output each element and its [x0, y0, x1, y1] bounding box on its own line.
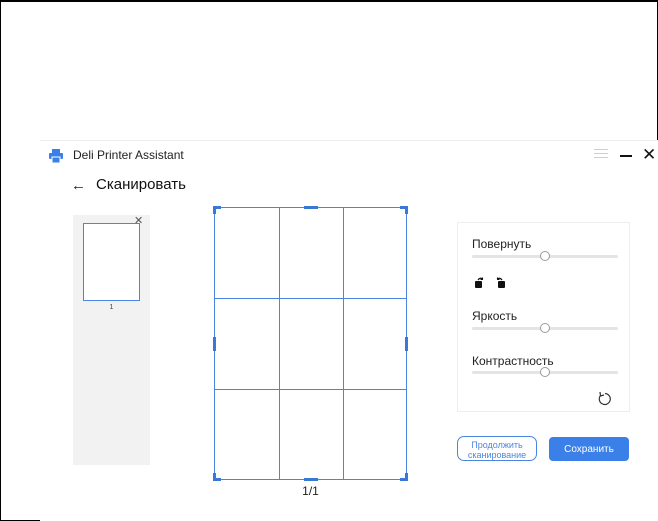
crop-handle-bottom-right[interactable] [400, 473, 408, 481]
slider-knob[interactable] [540, 323, 550, 333]
scan-preview[interactable] [213, 206, 408, 481]
contrast-slider[interactable] [472, 367, 618, 377]
thumbnail-page-number: 1 [109, 304, 114, 311]
title-bar: Deli Printer Assistant ✕ [40, 140, 658, 170]
crop-handle-bottom-left[interactable] [213, 473, 221, 481]
app-window: Deli Printer Assistant ✕ ← Сканировать ✕… [40, 140, 658, 521]
continue-label-line1: Продолжить [471, 439, 523, 450]
rotate-right-icon[interactable] [494, 277, 506, 289]
delete-page-icon[interactable]: ✕ [134, 216, 143, 227]
crop-handle-bottom[interactable] [304, 478, 318, 481]
slider-knob[interactable] [540, 367, 550, 377]
grid-line [343, 208, 344, 479]
page-thumbnail[interactable] [83, 223, 140, 301]
crop-handle-top-right[interactable] [400, 206, 408, 214]
close-button[interactable]: ✕ [642, 146, 656, 163]
crop-handle-left[interactable] [213, 337, 216, 351]
adjustments-panel: Повернуть Яркость Контрастность [457, 222, 630, 412]
rotate-left-icon[interactable] [474, 277, 486, 289]
printer-icon [49, 149, 63, 163]
brightness-slider[interactable] [472, 323, 618, 333]
contrast-label: Контрастность [472, 354, 554, 368]
page-counter: 1/1 [302, 484, 319, 498]
grid-line [279, 208, 280, 479]
menu-icon[interactable] [594, 149, 608, 161]
save-button[interactable]: Сохранить [549, 437, 629, 461]
rotate-slider[interactable] [472, 251, 618, 261]
thumbnail-panel: ✕ 1 [73, 215, 150, 465]
app-title: Deli Printer Assistant [73, 148, 184, 162]
crop-handle-top[interactable] [304, 206, 318, 209]
slider-knob[interactable] [540, 251, 550, 261]
rotate-label: Повернуть [472, 237, 532, 251]
minimize-button[interactable] [620, 155, 632, 157]
back-button[interactable]: ← [71, 177, 86, 194]
grid-line [215, 298, 406, 299]
brightness-label: Яркость [472, 309, 518, 323]
continue-scanning-button[interactable]: Продолжить сканирование [457, 436, 537, 461]
reset-icon[interactable] [597, 391, 613, 407]
crop-handle-right[interactable] [405, 337, 408, 351]
grid-line [215, 389, 406, 390]
continue-label-line2: сканирование [467, 449, 527, 460]
crop-handle-top-left[interactable] [213, 206, 221, 214]
page-title: Сканировать [96, 176, 186, 193]
